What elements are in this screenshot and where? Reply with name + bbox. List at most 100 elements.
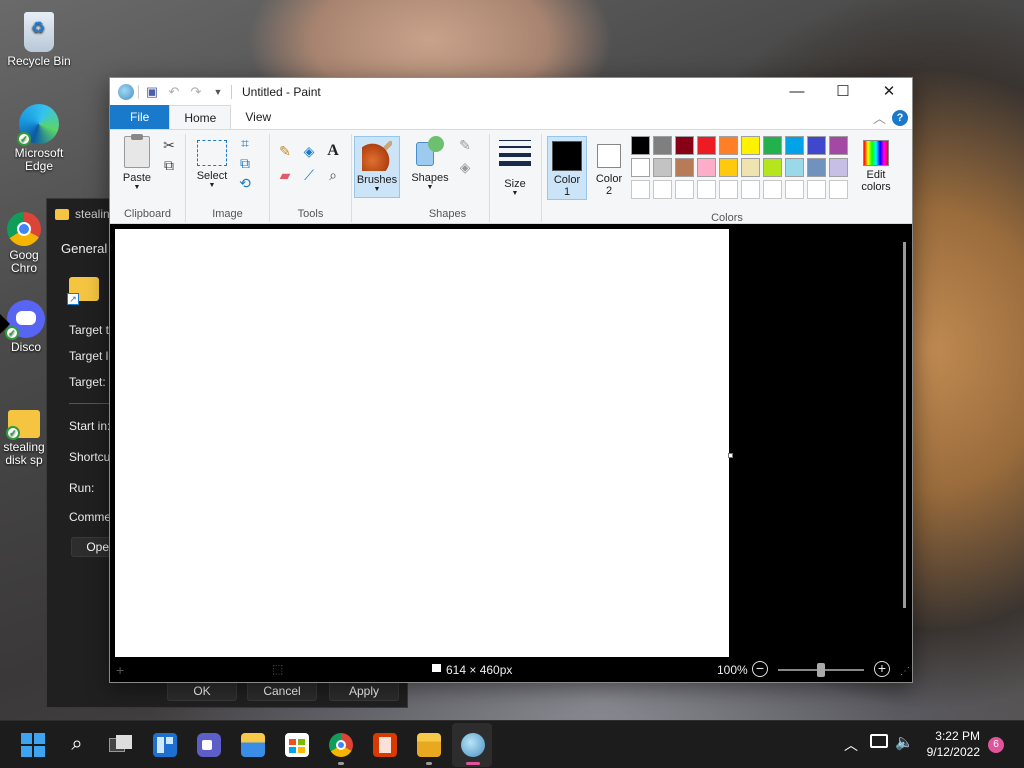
maximize-button[interactable]: ☐ (820, 78, 866, 106)
zoom-slider-thumb[interactable] (817, 663, 825, 677)
network-icon[interactable] (870, 734, 888, 748)
canvas-resize-handle[interactable] (728, 453, 733, 458)
cursor-position-icon: + (116, 662, 125, 678)
clock-time: 3:22 PM (935, 729, 980, 743)
mouse-cursor-icon (0, 314, 10, 334)
tab-view[interactable]: View (231, 105, 285, 129)
vertical-scrollbar[interactable] (903, 242, 906, 608)
help-icon[interactable]: ? (892, 110, 908, 126)
desktop-icon-chrome[interactable]: Goog Chro (0, 212, 52, 275)
edge-icon: ✓ (17, 104, 59, 146)
undo-icon[interactable]: ↶ (165, 84, 183, 100)
collapse-ribbon-icon[interactable]: ︿ (873, 108, 886, 127)
label-start-in: Start in: (69, 419, 111, 433)
zoom-in-button[interactable]: + (874, 661, 890, 677)
group-tools: ✎ ◈ A ▰ ⟋ ⌕ Tools (270, 134, 352, 222)
widgets-icon[interactable] (153, 733, 177, 757)
ok-button[interactable]: OK (167, 681, 237, 701)
paint-app-icon (118, 84, 134, 100)
folder-taskbar-icon[interactable] (417, 733, 441, 757)
cut-icon[interactable]: ✂ (160, 136, 178, 154)
cancel-button[interactable]: Cancel (247, 681, 317, 701)
minimize-button[interactable]: — (774, 78, 820, 106)
select-button[interactable]: Select ▼ (194, 136, 230, 189)
recycle-bin-icon: ♻ (24, 12, 54, 52)
rotate-icon[interactable]: ⟲ (236, 174, 254, 192)
zoom-out-button[interactable]: − (752, 661, 768, 677)
resize-icon[interactable]: ⧉ (236, 154, 254, 172)
eraser-icon[interactable]: ▰ (276, 166, 294, 184)
group-clipboard: Paste ▼ ✂ ⧉ Clipboard (110, 134, 186, 222)
brushes-button[interactable]: Brushes ▼ (354, 136, 400, 198)
search-icon[interactable]: ⌕ (65, 733, 89, 757)
magnifier-icon[interactable]: ⌕ (324, 166, 342, 184)
tab-general[interactable]: General (61, 241, 107, 256)
redo-icon[interactable]: ↷ (187, 84, 205, 100)
shapes-icon (414, 136, 446, 168)
outline-icon[interactable]: ✎ (456, 136, 474, 154)
pencil-icon[interactable]: ✎ (276, 142, 294, 160)
clipboard-icon (124, 134, 150, 168)
close-button[interactable]: ✕ (866, 78, 912, 106)
label-target: Target: (69, 375, 106, 389)
group-image: Select ▼ ⌗ ⧉ ⟲ Image (186, 134, 270, 222)
folder-icon (55, 208, 69, 220)
shape-fill-icon[interactable]: ◈ (456, 158, 474, 176)
volume-icon[interactable]: 🔈 (895, 733, 914, 751)
desktop-icon-label: Microsoft Edge (14, 146, 64, 173)
office-icon[interactable] (373, 733, 397, 757)
divider (231, 85, 232, 99)
clock[interactable]: 3:22 PM 9/12/2022 (924, 729, 980, 759)
color-picker-icon[interactable]: ⟋ (300, 166, 318, 184)
window-title: Untitled - Paint (242, 85, 321, 99)
drawing-canvas[interactable] (115, 229, 729, 657)
image-dimensions: 614 × 460px (446, 663, 513, 677)
ribbon: Paste ▼ ✂ ⧉ Clipboard Select ▼ ⌗ ⧉ ⟲ Ima… (110, 130, 912, 224)
folder-icon: ✓ (6, 410, 40, 440)
desktop-icon-label: Recycle Bin (7, 54, 71, 68)
image-size-icon (432, 664, 441, 672)
desktop-icon-recycle-bin[interactable]: ♻ Recycle Bin (1, 12, 77, 68)
microsoft-store-icon[interactable] (285, 733, 309, 757)
divider (138, 85, 139, 99)
chat-icon[interactable] (197, 733, 221, 757)
zoom-level: 100% (717, 663, 748, 677)
desktop-icon-edge[interactable]: ✓ Microsoft Edge (1, 104, 77, 173)
copy-icon[interactable]: ⧉ (160, 156, 178, 174)
text-icon[interactable]: A (324, 142, 342, 160)
selection-size-icon: ⬚ (272, 662, 284, 676)
shapes-button[interactable]: Shapes ▼ (410, 136, 450, 191)
paint-window: ▣ ↶ ↷ ▼ Untitled - Paint — ☐ ✕ File Home… (109, 77, 913, 683)
notification-badge[interactable]: 6 (988, 737, 1004, 753)
select-rectangle-icon (197, 140, 227, 166)
task-view-icon[interactable] (109, 733, 133, 757)
line-size-icon (499, 140, 531, 172)
start-button[interactable] (21, 733, 45, 757)
paste-button[interactable]: Paste ▼ (120, 134, 154, 191)
file-explorer-icon[interactable] (241, 733, 265, 757)
paint-taskbar-icon[interactable] (461, 733, 485, 757)
resize-grip-icon[interactable]: ⋰ (900, 666, 910, 677)
taskbar: ⌕ ︿ 🔈 3:22 PM 9/12/2022 6 (0, 720, 1024, 768)
chrome-taskbar-icon[interactable] (329, 733, 353, 757)
save-icon[interactable]: ▣ (143, 84, 161, 100)
group-colors-label: Colors (711, 212, 743, 224)
discord-icon: ✓ (5, 300, 45, 340)
fill-icon[interactable]: ◈ (300, 142, 318, 160)
title-bar: ▣ ↶ ↷ ▼ Untitled - Paint — ☐ ✕ (110, 78, 912, 106)
brush-icon (362, 141, 392, 171)
ribbon-tabs: File Home View ︿ ? (110, 105, 912, 130)
chrome-icon (7, 212, 41, 246)
group-shapes: Shapes ▼ ✎ ◈ Shapes (406, 134, 490, 222)
tab-file[interactable]: File (110, 105, 170, 129)
tab-home[interactable]: Home (169, 105, 232, 129)
apply-button[interactable]: Apply (329, 681, 399, 701)
show-hidden-icons-icon[interactable]: ︿ (844, 735, 858, 755)
crop-icon[interactable]: ⌗ (236, 134, 254, 152)
size-button[interactable]: Size ▼ (496, 136, 534, 197)
label-run: Run: (69, 481, 95, 495)
clock-date: 9/12/2022 (926, 745, 980, 759)
canvas-area (110, 224, 912, 664)
status-bar: + ⬚ 614 × 460px 100% − + ⋰ (110, 658, 912, 682)
customize-quick-access-icon[interactable]: ▼ (209, 87, 227, 97)
